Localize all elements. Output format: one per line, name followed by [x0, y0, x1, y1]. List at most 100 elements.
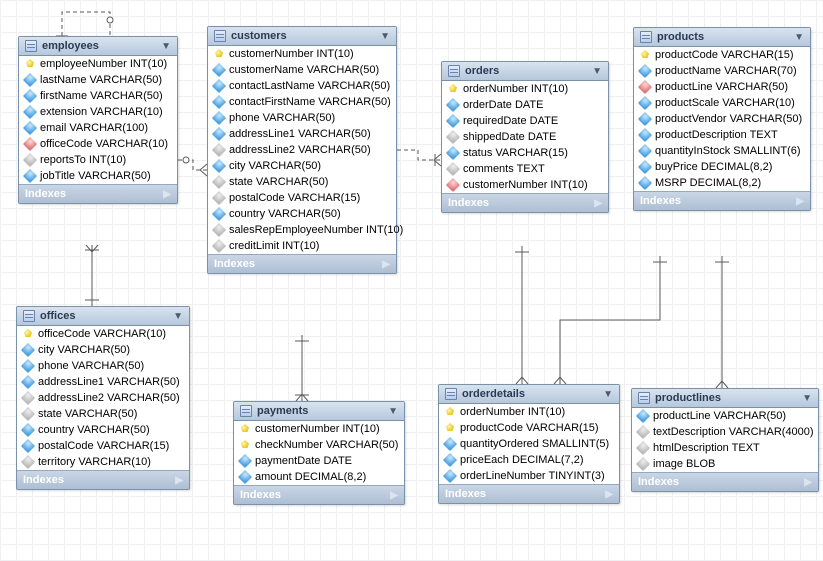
table-payments[interactable]: payments▼customerNumber INT(10) checkNumb… — [233, 401, 405, 505]
column-row[interactable]: productScale VARCHAR(10) — [634, 95, 810, 111]
column-row[interactable]: city VARCHAR(50) — [208, 158, 396, 174]
column-row[interactable]: paymentDate DATE — [234, 453, 404, 469]
column-row[interactable]: orderLineNumber TINYINT(3) — [439, 468, 619, 484]
expand-icon[interactable]: ▶ — [163, 189, 171, 200]
column-row[interactable]: extension VARCHAR(10) — [19, 104, 177, 120]
expand-icon[interactable]: ▶ — [605, 489, 613, 500]
collapse-icon[interactable]: ▼ — [794, 32, 804, 43]
column-row[interactable]: orderDate DATE — [442, 97, 608, 113]
collapse-icon[interactable]: ▼ — [173, 311, 183, 322]
column-row[interactable]: officeCode VARCHAR(10) — [19, 136, 177, 152]
table-header[interactable]: offices▼ — [17, 307, 189, 326]
column-row[interactable]: shippedDate DATE — [442, 129, 608, 145]
column-row[interactable]: productCode VARCHAR(15) — [634, 47, 810, 63]
column-row[interactable]: creditLimit INT(10) — [208, 238, 396, 254]
column-row[interactable]: checkNumber VARCHAR(50) — [234, 437, 404, 453]
column-row[interactable]: territory VARCHAR(10) — [17, 454, 189, 470]
column-row[interactable]: phone VARCHAR(50) — [208, 110, 396, 126]
column-row[interactable]: productName VARCHAR(70) — [634, 63, 810, 79]
table-orders[interactable]: orders▼orderNumber INT(10)orderDate DATE… — [441, 61, 609, 213]
column-row[interactable]: country VARCHAR(50) — [208, 206, 396, 222]
indexes-section[interactable]: Indexes▶ — [208, 254, 396, 273]
column-row[interactable]: customerNumber INT(10) — [442, 177, 608, 193]
column-row[interactable]: contactLastName VARCHAR(50) — [208, 78, 396, 94]
column-row[interactable]: comments TEXT — [442, 161, 608, 177]
column-row[interactable]: addressLine2 VARCHAR(50) — [208, 142, 396, 158]
collapse-icon[interactable]: ▼ — [161, 41, 171, 52]
table-products[interactable]: products▼productCode VARCHAR(15)productN… — [633, 27, 811, 211]
column-row[interactable]: image BLOB — [632, 456, 818, 472]
column-row[interactable]: productCode VARCHAR(15) — [439, 420, 619, 436]
column-row[interactable]: salesRepEmployeeNumber INT(10) — [208, 222, 396, 238]
column-row[interactable]: addressLine1 VARCHAR(50) — [17, 374, 189, 390]
indexes-section[interactable]: Indexes▶ — [439, 484, 619, 503]
column-row[interactable]: firstName VARCHAR(50) — [19, 88, 177, 104]
column-row[interactable]: orderNumber INT(10) — [439, 404, 619, 420]
collapse-icon[interactable]: ▼ — [603, 389, 613, 400]
table-employees[interactable]: employees▼employeeNumber INT(10)lastName… — [18, 36, 178, 204]
indexes-section[interactable]: Indexes▶ — [17, 470, 189, 489]
column-row[interactable]: state VARCHAR(50) — [17, 406, 189, 422]
column-row[interactable]: postalCode VARCHAR(15) — [208, 190, 396, 206]
column-row[interactable]: jobTitle VARCHAR(50) — [19, 168, 177, 184]
table-header[interactable]: payments▼ — [234, 402, 404, 421]
table-header[interactable]: customers▼ — [208, 27, 396, 46]
table-header[interactable]: products▼ — [634, 28, 810, 47]
indexes-section[interactable]: Indexes▶ — [234, 485, 404, 504]
column-label: checkNumber VARCHAR(50) — [255, 439, 398, 451]
column-row[interactable]: status VARCHAR(15) — [442, 145, 608, 161]
column-row[interactable]: phone VARCHAR(50) — [17, 358, 189, 374]
column-row[interactable]: productVendor VARCHAR(50) — [634, 111, 810, 127]
column-row[interactable]: reportsTo INT(10) — [19, 152, 177, 168]
column-row[interactable]: postalCode VARCHAR(15) — [17, 438, 189, 454]
column-row[interactable]: city VARCHAR(50) — [17, 342, 189, 358]
column-row[interactable]: MSRP DECIMAL(8,2) — [634, 175, 810, 191]
column-row[interactable]: quantityInStock SMALLINT(6) — [634, 143, 810, 159]
table-customers[interactable]: customers▼customerNumber INT(10)customer… — [207, 26, 397, 274]
table-header[interactable]: orders▼ — [442, 62, 608, 81]
column-row[interactable]: buyPrice DECIMAL(8,2) — [634, 159, 810, 175]
column-row[interactable]: email VARCHAR(100) — [19, 120, 177, 136]
column-row[interactable]: htmlDescription TEXT — [632, 440, 818, 456]
indexes-section[interactable]: Indexes▶ — [634, 191, 810, 210]
column-row[interactable]: country VARCHAR(50) — [17, 422, 189, 438]
collapse-icon[interactable]: ▼ — [380, 31, 390, 42]
column-row[interactable]: addressLine2 VARCHAR(50) — [17, 390, 189, 406]
column-row[interactable]: amount DECIMAL(8,2) — [234, 469, 404, 485]
collapse-icon[interactable]: ▼ — [802, 393, 812, 404]
column-row[interactable]: productDescription TEXT — [634, 127, 810, 143]
column-row[interactable]: lastName VARCHAR(50) — [19, 72, 177, 88]
column-row[interactable]: customerName VARCHAR(50) — [208, 62, 396, 78]
indexes-section[interactable]: Indexes▶ — [19, 184, 177, 203]
expand-icon[interactable]: ▶ — [804, 477, 812, 488]
expand-icon[interactable]: ▶ — [382, 259, 390, 270]
collapse-icon[interactable]: ▼ — [388, 406, 398, 417]
column-row[interactable]: priceEach DECIMAL(7,2) — [439, 452, 619, 468]
column-row[interactable]: quantityOrdered SMALLINT(5) — [439, 436, 619, 452]
expand-icon[interactable]: ▶ — [175, 475, 183, 486]
column-row[interactable]: contactFirstName VARCHAR(50) — [208, 94, 396, 110]
column-row[interactable]: orderNumber INT(10) — [442, 81, 608, 97]
column-row[interactable]: employeeNumber INT(10) — [19, 56, 177, 72]
table-orderdetails[interactable]: orderdetails▼orderNumber INT(10)productC… — [438, 384, 620, 504]
column-row[interactable]: addressLine1 VARCHAR(50) — [208, 126, 396, 142]
collapse-icon[interactable]: ▼ — [592, 66, 602, 77]
expand-icon[interactable]: ▶ — [390, 490, 398, 501]
column-row[interactable]: customerNumber INT(10) — [234, 421, 404, 437]
table-header[interactable]: orderdetails▼ — [439, 385, 619, 404]
table-header[interactable]: productlines▼ — [632, 389, 818, 408]
indexes-section[interactable]: Indexes▶ — [632, 472, 818, 491]
table-offices[interactable]: offices▼officeCode VARCHAR(10)city VARCH… — [16, 306, 190, 490]
table-header[interactable]: employees▼ — [19, 37, 177, 56]
table-productlines[interactable]: productlines▼productLine VARCHAR(50)text… — [631, 388, 819, 492]
column-row[interactable]: requiredDate DATE — [442, 113, 608, 129]
indexes-section[interactable]: Indexes▶ — [442, 193, 608, 212]
column-row[interactable]: customerNumber INT(10) — [208, 46, 396, 62]
expand-icon[interactable]: ▶ — [594, 198, 602, 209]
column-row[interactable]: officeCode VARCHAR(10) — [17, 326, 189, 342]
column-row[interactable]: productLine VARCHAR(50) — [634, 79, 810, 95]
column-row[interactable]: productLine VARCHAR(50) — [632, 408, 818, 424]
expand-icon[interactable]: ▶ — [796, 196, 804, 207]
column-row[interactable]: textDescription VARCHAR(4000) — [632, 424, 818, 440]
column-row[interactable]: state VARCHAR(50) — [208, 174, 396, 190]
